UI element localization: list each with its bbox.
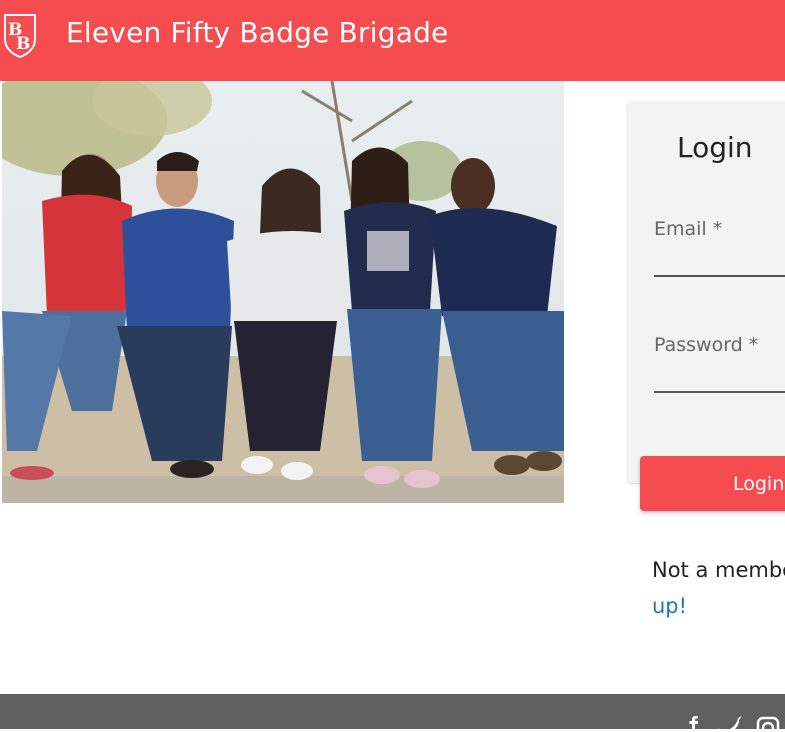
signup-prefix: Not a membe (652, 558, 785, 582)
twitter-icon[interactable] (716, 716, 744, 732)
bb-shield-logo-icon[interactable]: B B (2, 11, 38, 59)
email-underline (654, 275, 785, 277)
password-field[interactable] (654, 360, 785, 392)
login-card: Login Email * Password * (628, 101, 785, 483)
app-title[interactable]: Eleven Fifty Badge Brigade (66, 16, 448, 49)
password-label: Password * (654, 334, 759, 356)
signup-link[interactable]: up! (652, 594, 687, 618)
login-button[interactable]: Login (640, 456, 785, 511)
email-field[interactable] (654, 244, 785, 276)
footer (0, 694, 785, 732)
password-underline (654, 391, 785, 393)
instagram-icon[interactable] (756, 716, 780, 732)
signup-prompt: Not a membe up! (652, 552, 785, 624)
app-header: B B Eleven Fifty Badge Brigade (0, 0, 785, 81)
facebook-icon[interactable] (686, 716, 700, 732)
svg-text:B: B (16, 34, 30, 54)
hero-image (2, 81, 564, 503)
email-label: Email * (654, 218, 723, 240)
login-title: Login (677, 131, 753, 164)
